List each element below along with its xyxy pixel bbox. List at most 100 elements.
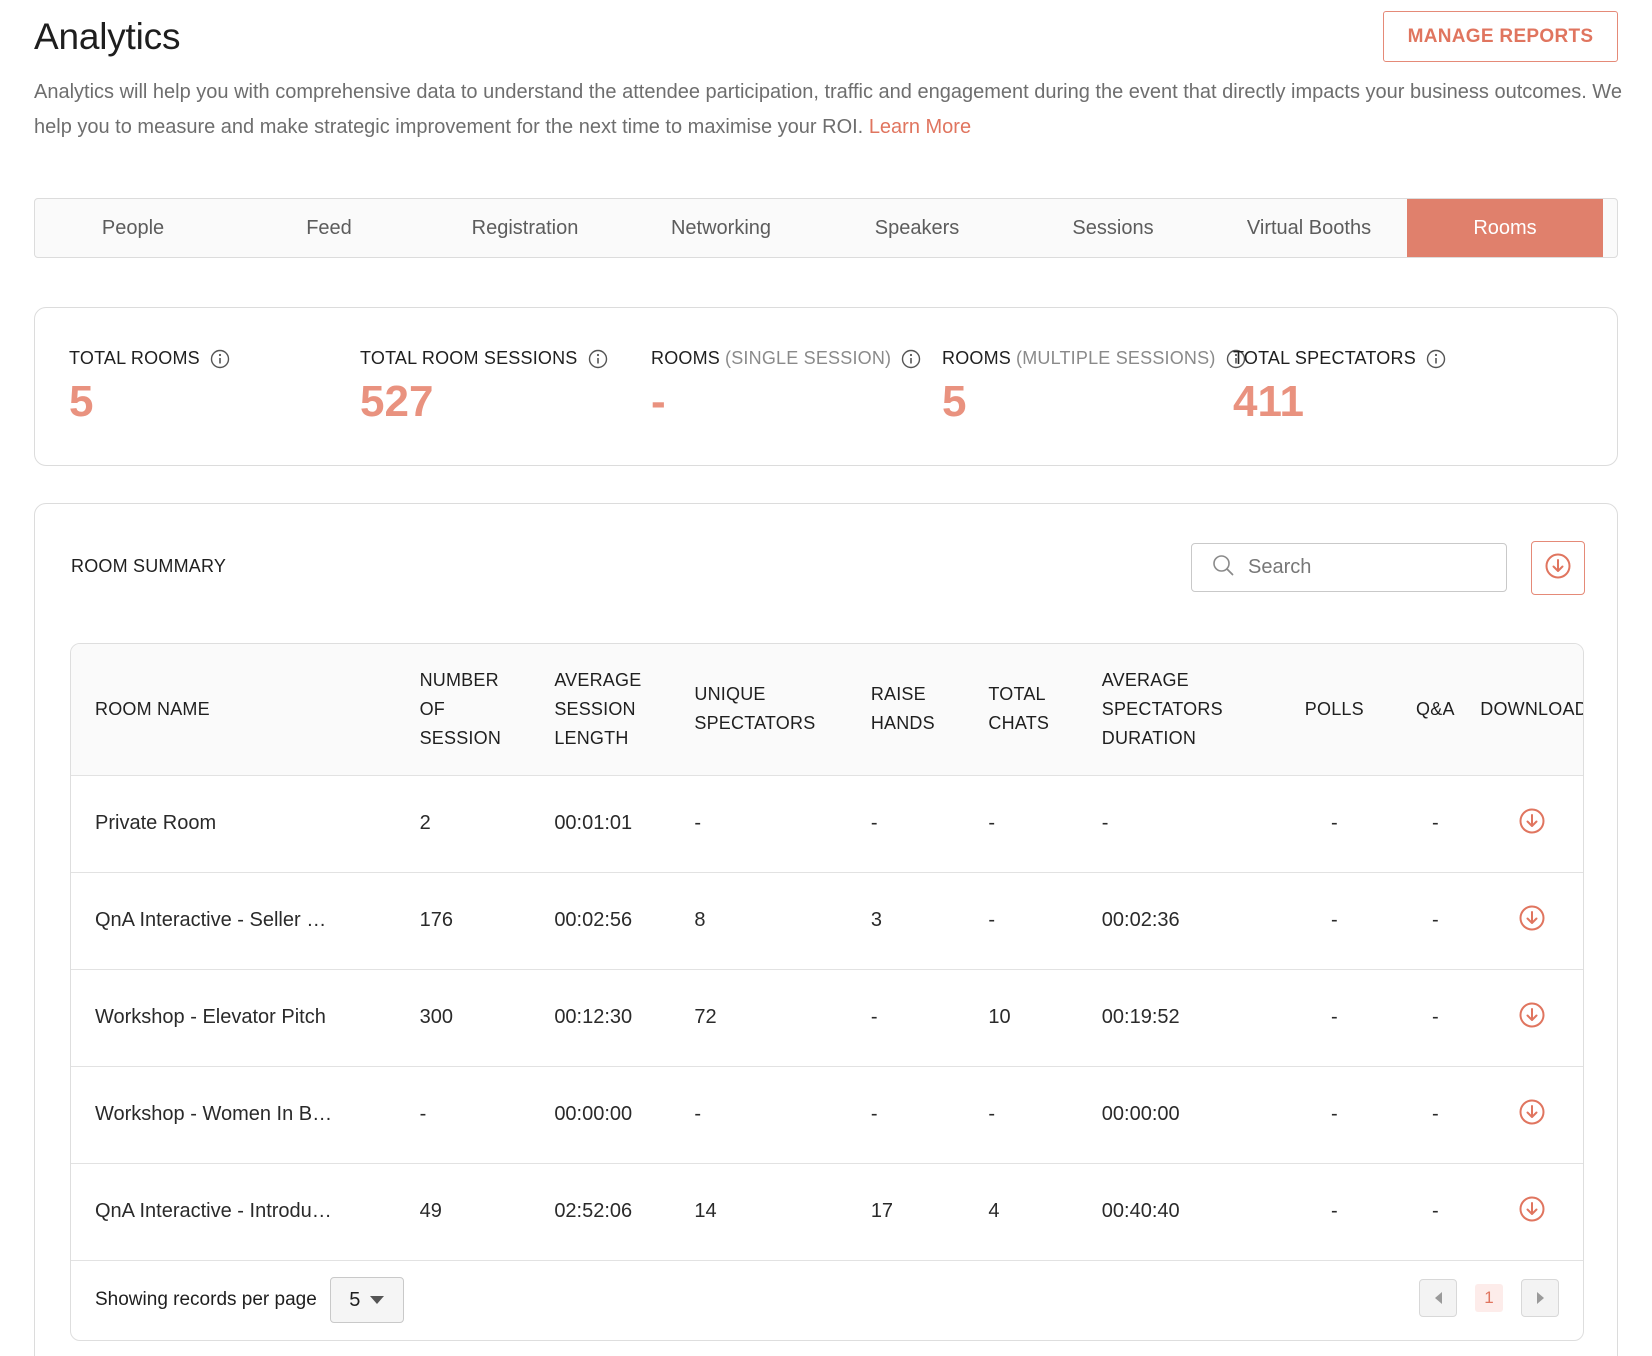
col-download[interactable]: DOWNLOAD: [1480, 644, 1583, 776]
cell-download: [1480, 775, 1583, 872]
cell-polls: -: [1330, 1200, 1338, 1222]
download-circle-icon[interactable]: [1518, 1001, 1546, 1029]
stat-total-rooms: TOTAL ROOMS 5: [69, 348, 230, 427]
stat-rooms-multiple-sessions: ROOMS (MULTIPLE SESSIONS) 5: [942, 348, 1246, 427]
stat-total-spectators: TOTAL SPECTATORS 411: [1233, 348, 1446, 427]
cell-raise: -: [870, 1103, 878, 1125]
cell-avg-duration: 00:00:00: [1101, 1103, 1180, 1125]
col-raise-hands[interactable]: RAISE HANDS: [870, 644, 989, 776]
description-text: Analytics will help you with comprehensi…: [34, 81, 1622, 138]
cell-raise: 3: [870, 909, 882, 931]
table-footer: Showing records per page 5 1: [71, 1260, 1583, 1340]
download-circle-icon[interactable]: [1518, 1098, 1546, 1126]
download-circle-icon: [1544, 552, 1572, 585]
cell-room-name[interactable]: Workshop - Elevator Pitch: [71, 969, 420, 1066]
cell-avg-length: 02:52:06: [554, 1200, 633, 1222]
prev-page-button[interactable]: [1419, 1279, 1457, 1317]
learn-more-link[interactable]: Learn More: [869, 116, 971, 138]
cell-qa: -: [1432, 1200, 1439, 1222]
cell-chats: -: [988, 812, 996, 834]
manage-reports-button[interactable]: MANAGE REPORTS: [1383, 11, 1618, 62]
per-page-value: 5: [349, 1288, 361, 1311]
table-row: Workshop - Women In B… - 00:00:00 - - - …: [71, 1066, 1583, 1163]
tab-people[interactable]: People: [35, 199, 231, 257]
cell-room-name[interactable]: Private Room: [71, 775, 420, 872]
tab-sessions[interactable]: Sessions: [1015, 199, 1211, 257]
download-all-button[interactable]: [1531, 541, 1585, 595]
col-total-chats[interactable]: TOTAL CHATS: [988, 644, 1102, 776]
tab-virtual-booths[interactable]: Virtual Booths: [1211, 199, 1407, 257]
col-average-session-length[interactable]: AVERAGE SESSION LENGTH: [554, 644, 695, 776]
col-qa[interactable]: Q&A: [1390, 644, 1481, 776]
search-input[interactable]: [1248, 556, 1488, 579]
cell-download: [1480, 969, 1583, 1066]
cell-chats: -: [988, 1103, 996, 1125]
room-summary-table: ROOM NAME NUMBER OF SESSION AVERAGE SESSION…: [70, 643, 1584, 1341]
tab-speakers[interactable]: Speakers: [819, 199, 1015, 257]
per-page-label: Showing records per page: [95, 1289, 317, 1310]
stat-label: ROOMS: [942, 348, 1012, 368]
stat-value: 5: [942, 377, 967, 426]
cell-room-name[interactable]: Workshop - Women In B…: [71, 1066, 420, 1163]
pagination: 1: [1419, 1279, 1559, 1317]
cell-unique: -: [694, 812, 702, 834]
tab-feed[interactable]: Feed: [231, 199, 427, 257]
page-title: Analytics: [34, 16, 181, 57]
col-polls[interactable]: POLLS: [1278, 644, 1391, 776]
tab-rooms[interactable]: Rooms: [1407, 199, 1603, 257]
download-circle-icon[interactable]: [1518, 1195, 1546, 1223]
col-number-of-session[interactable]: NUMBER OF SESSION: [419, 644, 555, 776]
stat-value: 5: [69, 377, 94, 426]
stat-label: TOTAL SPECTATORS: [1233, 348, 1416, 368]
col-unique-spectators[interactable]: UNIQUE SPECTATORS: [694, 644, 871, 776]
cell-avg-length: 00:12:30: [554, 1006, 633, 1028]
search-box: [1191, 543, 1507, 592]
cell-sessions: 49: [419, 1200, 442, 1222]
cell-polls: -: [1330, 1103, 1338, 1125]
cell-avg-duration: 00:40:40: [1101, 1200, 1180, 1222]
room-summary-title: ROOM SUMMARY: [71, 556, 227, 576]
info-icon[interactable]: [210, 349, 230, 369]
table-header-row: ROOM NAME NUMBER OF SESSION AVERAGE SESSION…: [71, 644, 1583, 776]
cell-qa: -: [1432, 812, 1439, 834]
page-header: Analytics MANAGE REPORTS: [34, 0, 1618, 62]
cell-unique: 8: [694, 909, 706, 931]
stat-value: 411: [1233, 377, 1304, 426]
cell-raise: 17: [870, 1200, 894, 1222]
download-circle-icon[interactable]: [1518, 807, 1546, 835]
info-icon[interactable]: [588, 349, 608, 369]
table-row: QnA Interactive - Seller … 176 00:02:56 …: [71, 872, 1583, 969]
cell-room-name[interactable]: QnA Interactive - Seller …: [71, 872, 420, 969]
page-number-current[interactable]: 1: [1475, 1284, 1503, 1312]
cell-chats: -: [988, 909, 996, 931]
cell-avg-length: 00:01:01: [554, 812, 633, 834]
cell-avg-duration: -: [1101, 812, 1109, 834]
cell-avg-duration: 00:19:52: [1101, 1006, 1180, 1028]
download-circle-icon[interactable]: [1518, 904, 1546, 932]
stat-sublabel: (SINGLE SESSION): [725, 348, 892, 368]
stat-total-room-sessions: TOTAL ROOM SESSIONS 527: [360, 348, 608, 427]
room-summary-card: ROOM SUMMARY ROOM NAME: [34, 503, 1618, 1356]
cell-qa: -: [1432, 909, 1439, 931]
cell-unique: -: [694, 1103, 702, 1125]
info-icon[interactable]: [1426, 349, 1446, 369]
analytics-page: Analytics MANAGE REPORTS Analytics will …: [0, 0, 1652, 1356]
cell-polls: -: [1330, 812, 1338, 834]
cell-room-name[interactable]: QnA Interactive - Introdu…: [71, 1163, 420, 1260]
info-icon[interactable]: [901, 349, 921, 369]
chevron-left-icon: [1434, 1292, 1442, 1304]
tab-registration[interactable]: Registration: [427, 199, 623, 257]
table-row: Private Room 2 00:01:01 - - - - - -: [71, 775, 1583, 872]
cell-download: [1480, 1163, 1583, 1260]
stat-label: TOTAL ROOM SESSIONS: [360, 348, 578, 368]
per-page-select[interactable]: 5: [329, 1277, 404, 1323]
caret-down-icon: [370, 1296, 385, 1304]
tab-networking[interactable]: Networking: [623, 199, 819, 257]
table-row: QnA Interactive - Introdu… 49 02:52:06 1…: [71, 1163, 1583, 1260]
cell-polls: -: [1330, 1006, 1338, 1028]
col-room-name[interactable]: ROOM NAME: [71, 644, 420, 776]
next-page-button[interactable]: [1521, 1279, 1559, 1317]
stat-rooms-single-session: ROOMS (SINGLE SESSION) -: [651, 348, 921, 427]
cell-raise: -: [870, 812, 878, 834]
col-average-spectators-duration[interactable]: AVERAGE SPECTATORS DURATION: [1101, 644, 1279, 776]
